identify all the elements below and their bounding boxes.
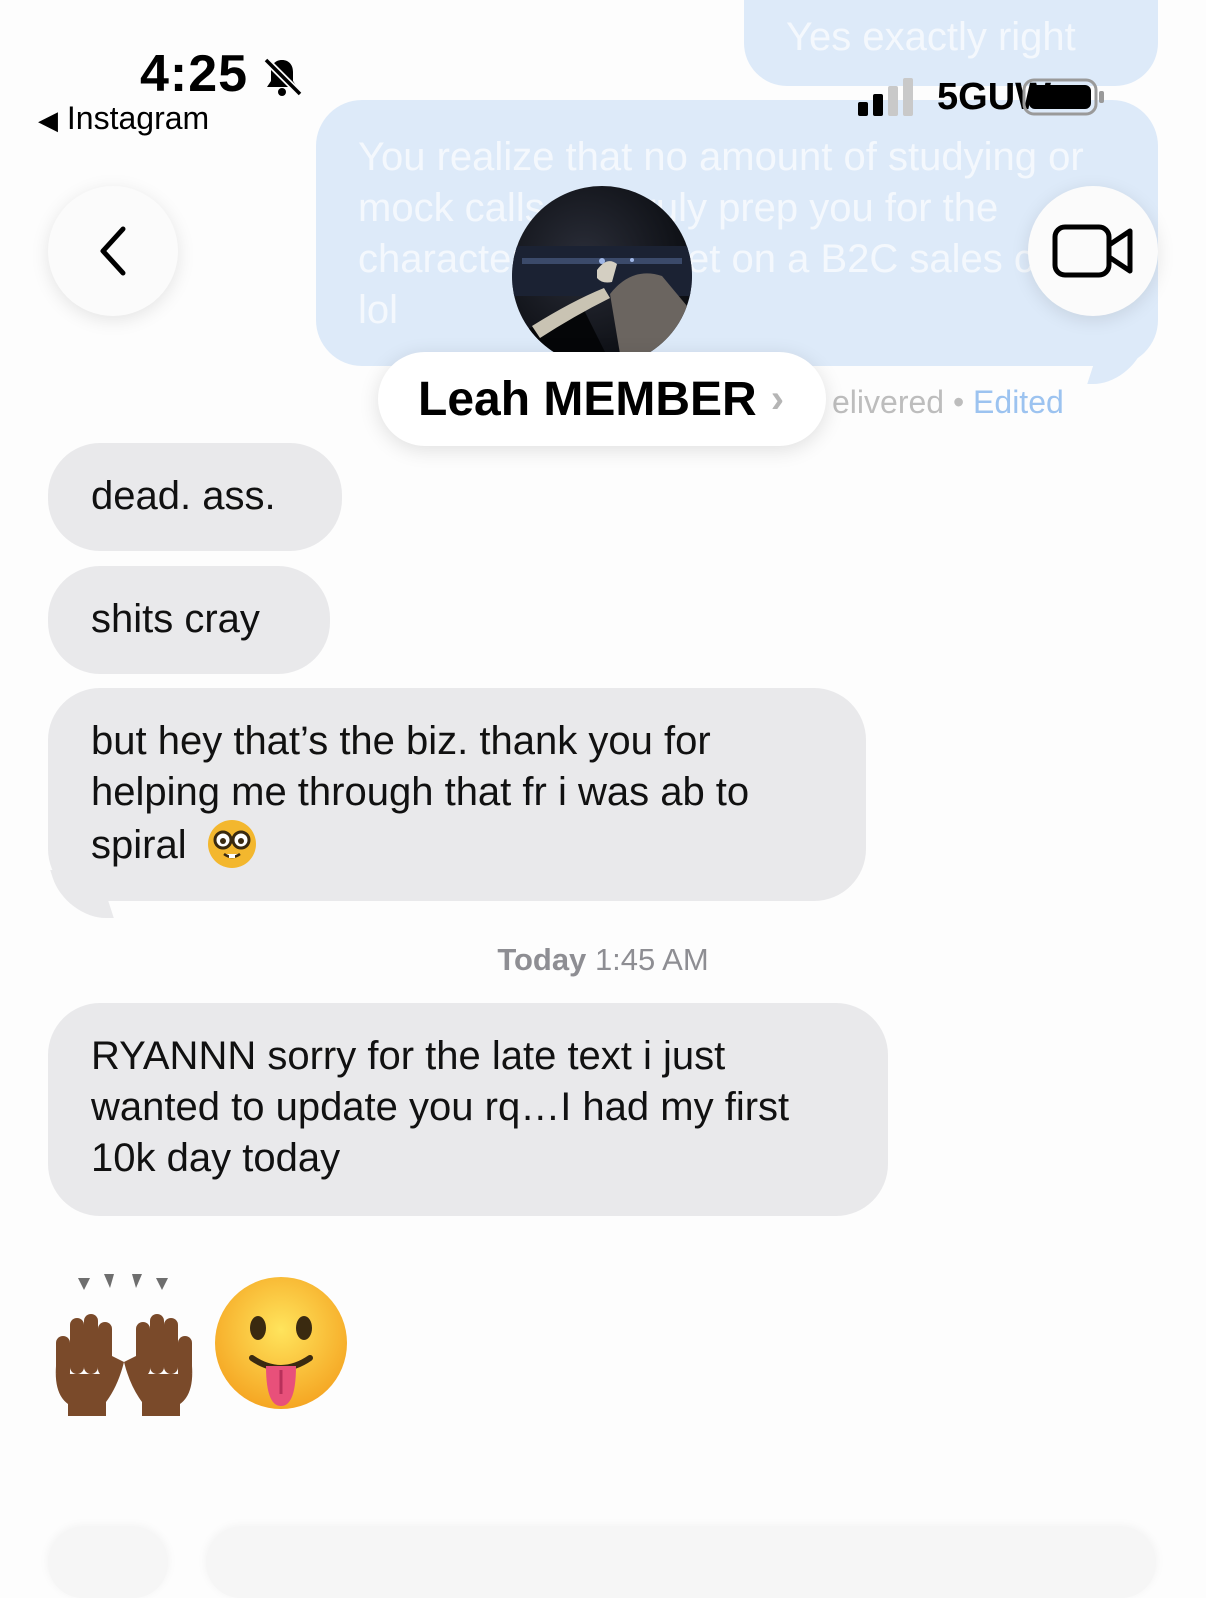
outgoing-message[interactable]: Yes exactly right [744,0,1158,86]
incoming-message[interactable]: but hey that’s the biz. thank you for he… [48,688,866,901]
camera-button[interactable] [48,1528,168,1598]
chevron-right-icon: › [770,376,785,421]
incoming-message[interactable]: dead. ass. [48,443,342,551]
signal-strength-icon [858,78,913,116]
video-call-button[interactable] [1028,186,1158,316]
message-input[interactable] [206,1528,1156,1598]
delivery-status: elivered • Edited [832,384,1064,421]
bell-slash-icon [263,57,303,97]
message-text: shits cray [91,597,260,641]
back-to-app-link[interactable]: ◀ Instagram [38,100,209,137]
avatar-photo [512,246,692,366]
back-triangle-icon: ◀ [38,105,58,135]
message-text: but hey that’s the biz. thank you for he… [91,719,750,867]
contact-name: Leah MEMBER [418,372,757,426]
message-text: dead. ass. [91,474,276,518]
back-app-label: Instagram [66,100,210,136]
delivered-label: elivered [832,384,945,420]
edited-link[interactable]: Edited [973,384,1064,420]
message-text: RYANNN sorry for the late text i just wa… [91,1034,790,1180]
separator-dot: • [952,384,974,420]
contact-name-pill[interactable]: Leah MEMBER › [378,352,826,446]
raising-hands-emoji[interactable] [48,1274,200,1420]
nerd-face-emoji [207,820,256,868]
incoming-message[interactable]: RYANNN sorry for the late text i just wa… [48,1003,888,1216]
back-button[interactable] [48,186,178,316]
chevron-left-icon [100,226,126,276]
battery-icon [1022,78,1104,116]
status-time: 4:25 [140,45,249,103]
timestamp-time: 1:45 AM [594,942,709,977]
video-camera-icon [1052,224,1133,278]
timestamp-day: Today [497,942,587,977]
message-timestamp: Today 1:45 AM [0,942,1206,978]
incoming-message[interactable]: shits cray [48,566,330,674]
contact-avatar[interactable] [512,186,692,366]
message-text: You realize that no amount of studying o… [358,135,1084,332]
message-text: Yes exactly right [786,15,1076,59]
face-with-tongue-emoji[interactable] [212,1274,350,1412]
